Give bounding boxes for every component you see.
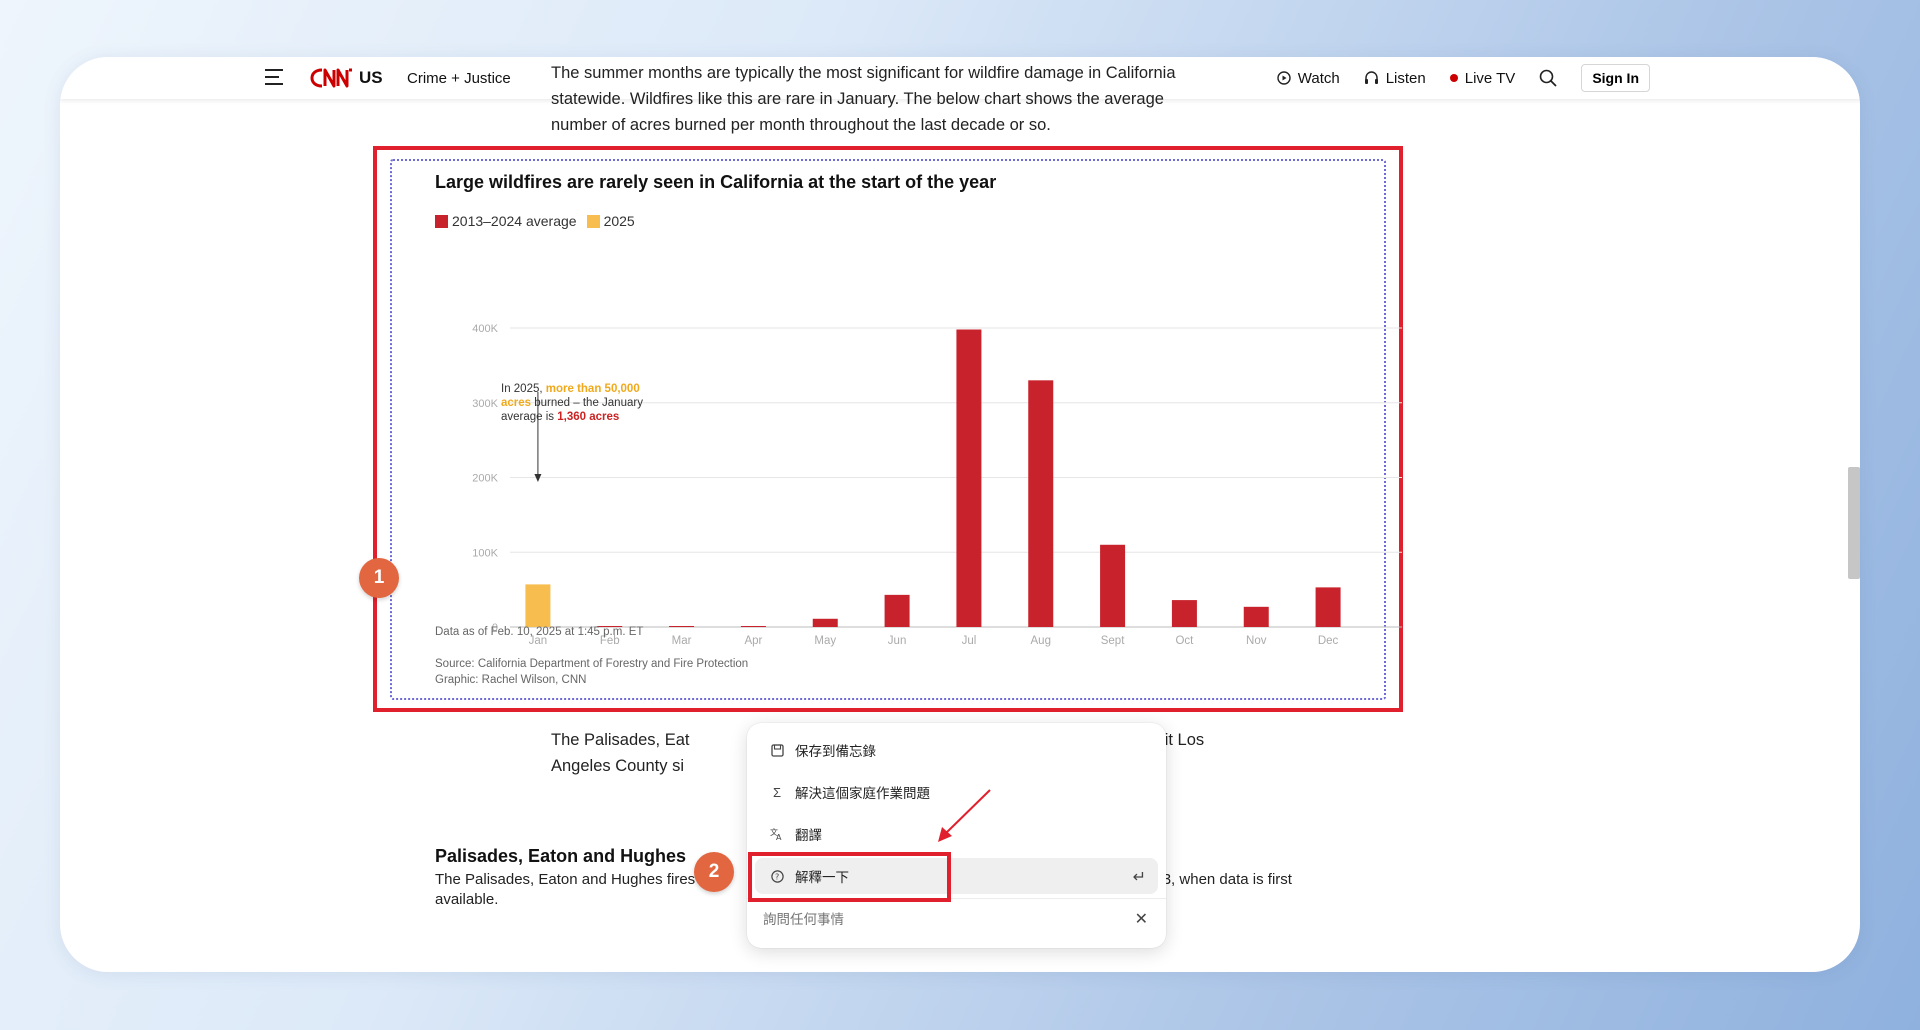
- x-tick-label: Apr: [744, 635, 762, 647]
- live-tv-link[interactable]: Live TV: [1449, 69, 1516, 87]
- live-tv-label: Live TV: [1464, 69, 1516, 87]
- x-tick-label: Aug: [1031, 635, 1051, 647]
- x-tick-label: Sept: [1101, 635, 1125, 647]
- menu-item-label: 解決這個家庭作業問題: [795, 786, 930, 801]
- sigma-icon: Σ: [772, 784, 782, 800]
- x-tick-label: Dec: [1318, 635, 1339, 647]
- x-tick-label: Oct: [1175, 635, 1194, 647]
- x-tick-label: Jul: [962, 635, 977, 647]
- legend-swatch-average: [435, 214, 448, 228]
- section-heading-left: Palisades, Eaton and Hughes: [435, 846, 687, 866]
- pointer-arrow: [938, 789, 991, 842]
- chart-source: Source: California Department of Forestr…: [435, 656, 748, 688]
- cnn-edition: US: [359, 68, 383, 87]
- ask-anything-input[interactable]: [763, 905, 1103, 933]
- bar-average: [1171, 600, 1197, 627]
- menu-item-label: 翻譯: [795, 828, 822, 843]
- x-tick-label: May: [814, 635, 836, 647]
- section-body-line2: available.: [435, 891, 499, 908]
- live-dot-icon: [1449, 74, 1458, 82]
- cnn-logo-icon: [310, 68, 352, 88]
- graphic-credit: Graphic: Rachel Wilson, CNN: [435, 674, 587, 686]
- headphones-icon: [1364, 71, 1378, 84]
- sign-in-button[interactable]: Sign In: [1581, 64, 1650, 92]
- intro-paragraph: The summer months are typically the most…: [551, 64, 1176, 134]
- menu-icon[interactable]: [265, 69, 285, 85]
- legend-label-2025: 2025: [603, 213, 635, 229]
- chart-annotation: In 2025, more than 50,000 acres burned –…: [501, 382, 671, 424]
- annotation-prefix: In 2025,: [501, 383, 546, 395]
- save-icon: [769, 742, 785, 758]
- bar-average: [1100, 544, 1126, 627]
- bar-average: [956, 329, 982, 627]
- step-badge-2: 2: [694, 852, 734, 892]
- listen-link[interactable]: Listen: [1364, 70, 1426, 87]
- y-tick-label: 300K: [472, 398, 498, 410]
- bar-average: [669, 626, 695, 627]
- bar-2025: [525, 584, 551, 627]
- bar-average: [812, 618, 838, 627]
- nav-right-group: Watch Listen Live TV Sign In: [1277, 64, 1650, 92]
- watch-label: Watch: [1297, 69, 1340, 87]
- bar-average: [1243, 606, 1269, 627]
- chart-legend: 2013–2024 average 2025: [435, 213, 635, 229]
- bar-chart: 0100K200K300K400KJan Feb Mar Apr May Jun Jul Au…: [472, 323, 1402, 647]
- legend-item-2025: 2025: [586, 213, 635, 229]
- following-paragraph-line2-left: Angeles County si: [551, 757, 684, 775]
- x-tick-label: Jun: [888, 635, 907, 647]
- enter-icon: ↵: [1132, 869, 1146, 886]
- search-button[interactable]: [1539, 69, 1557, 87]
- svg-text:A: A: [776, 833, 782, 841]
- legend-item-average: 2013–2024 average: [435, 213, 577, 229]
- menu-item-save-to-notes[interactable]: 保存到備忘錄: [755, 732, 1158, 768]
- legend-label-average: 2013–2024 average: [452, 213, 577, 229]
- section-body-left: The Palisades, Eaton and Hughes fires: [435, 871, 696, 888]
- source-line: Source: California Department of Forestr…: [435, 658, 749, 670]
- y-tick-label: 400K: [472, 323, 498, 335]
- x-tick-label: Nov: [1246, 635, 1267, 647]
- step-badge-1: 1: [359, 558, 399, 598]
- y-tick-label: 200K: [472, 473, 498, 485]
- bar-average: [884, 594, 910, 627]
- cnn-logo[interactable]: US: [309, 64, 383, 92]
- highlight-frame-explain: [748, 852, 951, 902]
- search-icon: [1540, 69, 1557, 87]
- chart-title: Large wildfires are rarely seen in Calif…: [435, 172, 997, 192]
- section-name[interactable]: Crime + Justice: [407, 70, 511, 87]
- play-icon: [1277, 71, 1291, 85]
- y-tick-label: 100K: [472, 547, 498, 559]
- annotation-highlight-average: 1,360 acres: [557, 411, 620, 423]
- watch-link[interactable]: Watch: [1277, 70, 1340, 87]
- scrollbar-thumb[interactable]: [1848, 467, 1860, 579]
- bar-average: [1028, 380, 1054, 627]
- x-tick-label: Mar: [672, 635, 692, 647]
- chart-data-note: Data as of Feb. 10, 2025 at 1:45 p.m. ET: [435, 626, 644, 638]
- bar-average: [740, 626, 766, 627]
- legend-swatch-2025: [586, 214, 600, 228]
- bar-average: [1315, 587, 1341, 627]
- listen-label: Listen: [1385, 69, 1426, 87]
- translate-icon: 文A: [769, 826, 785, 842]
- following-paragraph-line1-left: The Palisades, Eat: [551, 731, 690, 749]
- close-icon[interactable]: ✕: [1135, 909, 1148, 929]
- menu-item-label: 保存到備忘錄: [795, 744, 876, 759]
